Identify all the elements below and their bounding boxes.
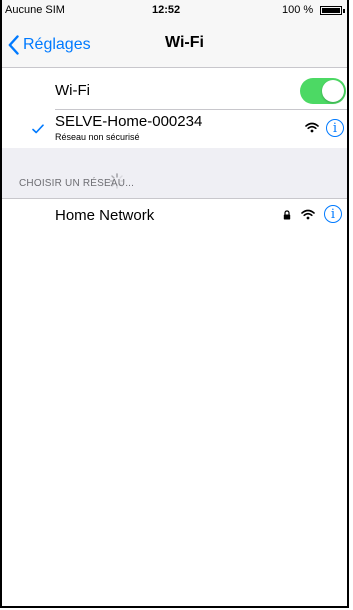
checkmark-icon [32,121,44,137]
battery-tip [343,9,345,13]
info-icon[interactable]: i [324,205,342,223]
battery-percent: 100 % [282,4,314,16]
navigation-bar: Réglages Wi-Fi [2,22,347,68]
wifi-signal-icon [305,122,319,133]
battery-level [322,8,340,13]
wifi-signal-icon [301,209,315,220]
page-title: Wi-Fi [165,34,204,51]
wifi-toggle-label: Wi-Fi [55,82,90,99]
connected-network-name: SELVE-Home-000234 [55,113,203,130]
toggle-knob [322,80,344,102]
screen: Aucune SIM 12:52 100 % Réglages Wi-Fi Wi… [0,0,349,608]
status-bar: Aucune SIM 12:52 100 % [2,0,347,22]
connected-network-row[interactable]: SELVE-Home-000234 Réseau non sécurisé i [2,110,347,148]
info-icon[interactable]: i [326,119,344,137]
connected-network-status: Réseau non sécurisé [55,132,140,142]
clock: 12:52 [152,4,181,16]
section-background [2,148,347,198]
network-row-home-network[interactable]: Home Network i [2,198,347,231]
battery-icon [320,6,342,15]
lock-icon [283,210,291,220]
wifi-toggle-switch[interactable] [300,78,346,104]
carrier-label: Aucune SIM [5,4,65,16]
network-name: Home Network [55,207,155,224]
wifi-toggle-row: Wi-Fi [2,71,347,109]
loading-spinner-icon [109,173,125,189]
